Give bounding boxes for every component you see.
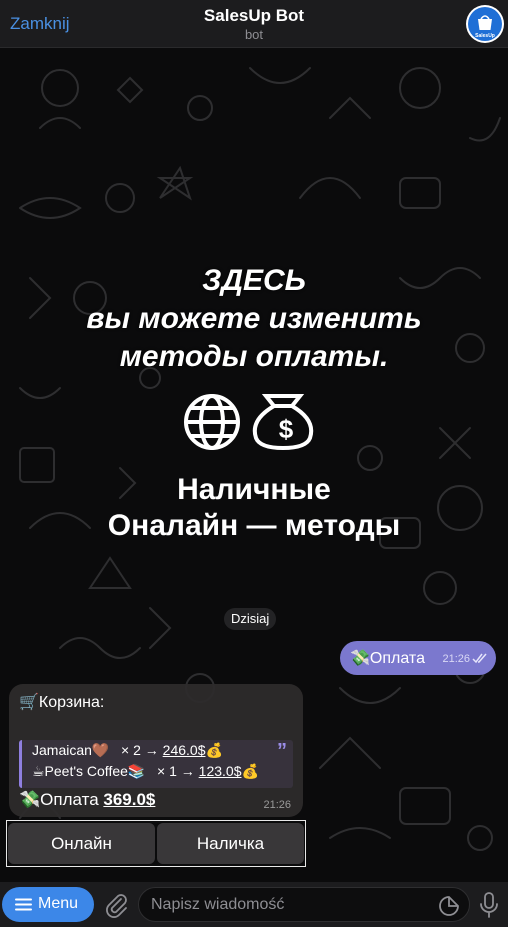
salesup-logo: SalesUp — [468, 7, 502, 41]
sticker-icon[interactable] — [439, 896, 459, 916]
message-input[interactable]: Napisz wiadomość — [138, 887, 470, 922]
money-bag-icon: $ — [252, 394, 314, 451]
item-name: Jamaican🤎 — [32, 742, 110, 758]
item-qty: × 1 → — [157, 763, 195, 779]
cash-payment-button[interactable]: Наличка — [157, 823, 304, 864]
svg-text:$: $ — [279, 414, 294, 444]
item-qty: × 2 → — [121, 742, 159, 758]
promo-cash: Наличные — [177, 473, 331, 506]
menu-label: Menu — [38, 895, 79, 912]
total-value: 369.0$ — [103, 790, 156, 809]
double-check-icon — [472, 653, 487, 664]
attach-icon[interactable] — [104, 892, 128, 918]
chat-subtitle: bot — [244, 27, 264, 42]
total-label: 💸Оплата — [19, 790, 99, 809]
online-payment-button[interactable]: Онлайн — [8, 823, 155, 864]
bot-avatar[interactable]: SalesUp — [466, 5, 504, 43]
item-name: ☕Peet's Coffee📚 — [32, 763, 146, 779]
item-emoji: 💰 — [241, 763, 259, 779]
avatar-text: SalesUp — [475, 33, 495, 39]
date-separator: Dzisiaj — [224, 608, 277, 630]
outgoing-time: 21:26 — [442, 653, 470, 665]
item-price: 246.0$ — [162, 742, 206, 758]
microphone-icon[interactable] — [478, 891, 500, 919]
item-emoji: 💰 — [205, 742, 223, 758]
cart-items-quote: Jamaican🤎 × 2 → 246.0$💰 ☕Peet's Coffee📚 … — [19, 740, 293, 788]
composer-bar: Menu Napisz wiadomość — [0, 882, 508, 927]
cart-item: ☕Peet's Coffee📚 × 1 → 123.0$💰 — [32, 761, 293, 782]
promo-line-1: ЗДЕСЬ — [202, 264, 306, 297]
promo-line-2: вы можете изменить — [86, 302, 422, 335]
cart-total: 💸Оплата 369.0$ — [19, 790, 155, 810]
menu-icon — [15, 898, 32, 911]
incoming-time: 21:26 — [263, 799, 291, 811]
incoming-message[interactable]: 🛒Корзина: Jamaican🤎 × 2 → 246.0$💰 ☕Peet'… — [9, 684, 303, 817]
message-placeholder: Napisz wiadomość — [151, 896, 285, 913]
item-price: 123.0$ — [198, 763, 242, 779]
inline-keyboard: Онлайн Наличка — [6, 820, 306, 867]
chat-title: SalesUp Bot — [203, 6, 305, 25]
promo-line-3: методы оплаты. — [119, 340, 389, 373]
promo-heading: ЗДЕСЬ вы можете изменить методы оплаты. — [0, 262, 508, 376]
outgoing-text: 💸Оплата — [350, 650, 425, 667]
globe-icon — [184, 394, 240, 450]
title-block: SalesUp Bot bot — [0, 6, 508, 42]
promo-icons: $ — [184, 394, 314, 451]
chat-area: ЗДЕСЬ вы можете изменить методы оплаты. … — [0, 48, 508, 882]
chat-header: Zamknij SalesUp Bot bot SalesUp — [0, 0, 508, 48]
outgoing-message[interactable]: 💸Оплата 21:26 — [340, 641, 496, 675]
menu-button[interactable]: Menu — [2, 887, 94, 922]
cart-item: Jamaican🤎 × 2 → 246.0$💰 — [32, 740, 293, 761]
quote-icon: ” — [277, 740, 287, 762]
cart-title: 🛒Корзина: — [19, 694, 105, 711]
promo-online-methods: Оналайн — методы — [107, 509, 401, 542]
